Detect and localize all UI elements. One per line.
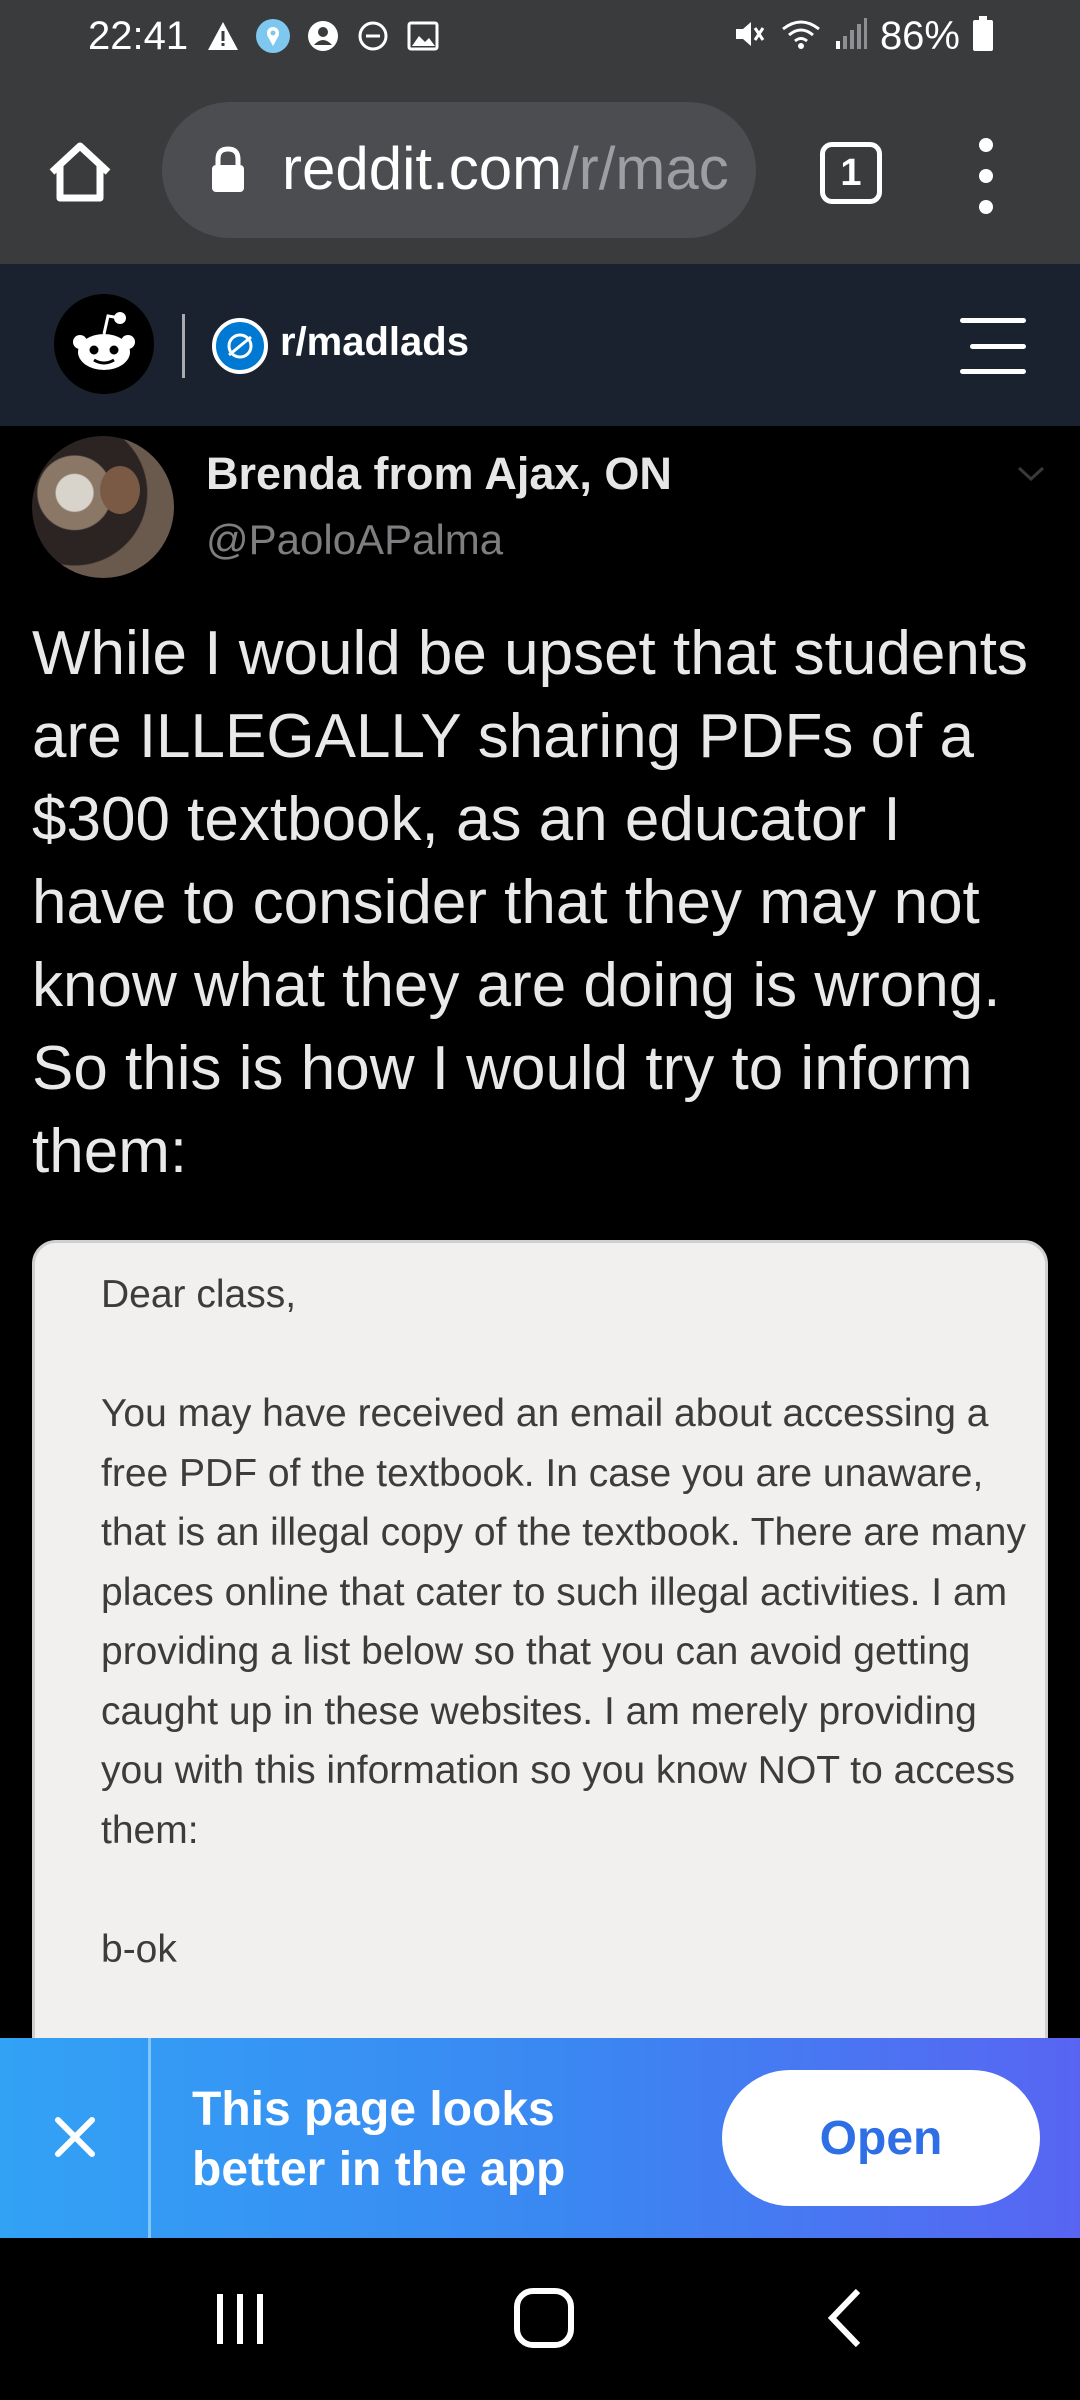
recents-button[interactable]	[196, 2278, 286, 2358]
home-button[interactable]	[40, 132, 120, 212]
reddit-logo-icon[interactable]	[54, 294, 154, 394]
note-image: Dear class, You may have received an ema…	[32, 1240, 1048, 2038]
note-text: Dear class, You may have received an ema…	[101, 1273, 1026, 1971]
hamburger-menu-icon[interactable]	[960, 318, 1026, 374]
chevron-down-icon	[1016, 464, 1046, 489]
tab-count: 1	[840, 151, 862, 194]
author-name: Brenda from Ajax, ON	[206, 448, 672, 499]
system-nav-bar	[0, 2238, 1080, 2400]
author-avatar	[32, 436, 174, 578]
back-button[interactable]	[800, 2278, 890, 2358]
dnd-icon	[355, 18, 391, 54]
browser-toolbar: reddit.com/r/mac 1	[0, 76, 1080, 264]
home-nav-button[interactable]	[499, 2278, 589, 2358]
wifi-icon	[780, 17, 822, 56]
status-bar: 22:41 86%	[0, 0, 1080, 76]
home-icon	[49, 142, 111, 202]
open-app-button[interactable]: Open	[722, 2070, 1040, 2206]
warning-icon	[205, 18, 241, 54]
battery-icon	[972, 16, 994, 57]
status-icons-right: 86%	[732, 14, 994, 59]
banner-divider	[148, 2038, 151, 2238]
url-text: reddit.com/r/mac	[282, 134, 729, 203]
subreddit-icon[interactable]	[212, 318, 268, 374]
lock-icon	[208, 146, 248, 199]
recents-icon	[217, 2294, 263, 2344]
subreddit-name[interactable]: r/madlads	[280, 320, 469, 365]
close-icon[interactable]	[50, 2112, 100, 2162]
tweet-text: While I would be upset that students are…	[32, 619, 1029, 1186]
status-time: 22:41	[88, 14, 189, 58]
url-domain: reddit.com	[282, 135, 563, 202]
url-path: /r/mac	[562, 135, 729, 202]
reddit-header: r/madlads	[0, 264, 1080, 426]
post-content: Brenda from Ajax, ON @PaoloAPalma While …	[0, 426, 1080, 2038]
image-icon	[405, 18, 441, 54]
location-icon	[255, 18, 291, 54]
status-icons-left	[205, 18, 441, 54]
banner-message: This page looks better in the app	[192, 2083, 566, 2196]
tab-switcher-button[interactable]: 1	[820, 142, 882, 204]
author-handle: @PaoloAPalma	[206, 516, 504, 563]
header-divider	[182, 314, 185, 378]
signal-icon	[834, 17, 868, 56]
back-icon	[827, 2288, 861, 2348]
open-in-app-banner: This page looks better in the app Open	[0, 2038, 1080, 2238]
address-bar[interactable]: reddit.com/r/mac	[162, 102, 756, 238]
account-icon	[305, 18, 341, 54]
home-nav-icon	[514, 2288, 574, 2348]
mute-icon	[732, 17, 768, 56]
more-options-icon[interactable]	[966, 138, 1006, 214]
battery-percent: 86%	[879, 14, 960, 58]
